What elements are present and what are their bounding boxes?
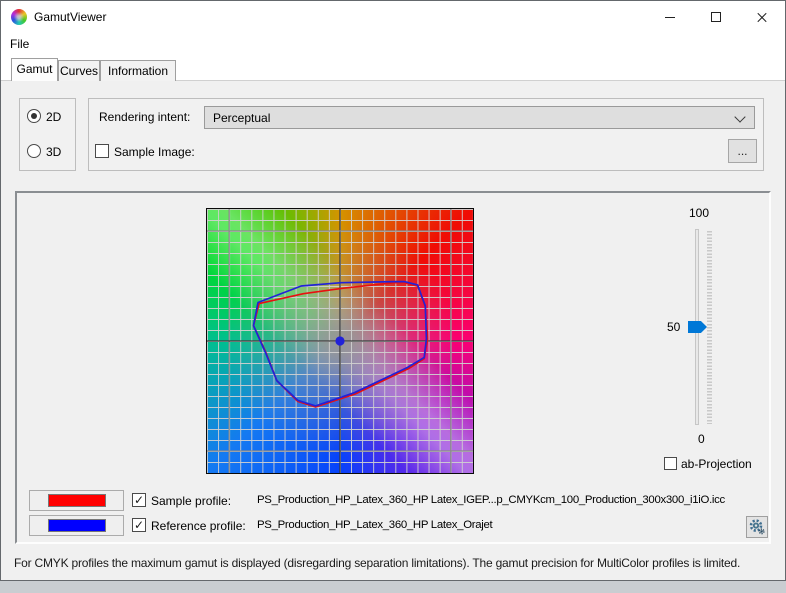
slider-value-label: 50 <box>667 320 681 334</box>
reference-profile-checkbox[interactable] <box>132 518 146 532</box>
app-window: GamutViewer File Gamut Curves Informatio… <box>0 0 786 581</box>
radio-3d-label[interactable]: 3D <box>46 145 61 159</box>
slider-min-label: 0 <box>698 432 705 446</box>
sample-image-label[interactable]: Sample Image: <box>114 145 195 159</box>
status-message: For CMYK profiles the maximum gamut is d… <box>14 556 741 570</box>
sample-profile-checkbox[interactable] <box>132 493 146 507</box>
slider-tick-marks <box>707 231 712 424</box>
menu-item-file[interactable]: File <box>1 33 38 57</box>
sample-color-swatch <box>48 494 106 507</box>
menu-bar: File <box>1 33 785 57</box>
rendering-intent-value: Perceptual <box>213 111 271 125</box>
app-color-wheel-icon <box>11 9 27 25</box>
reference-color-button[interactable] <box>29 515 124 536</box>
sample-profile-label[interactable]: Sample profile: <box>151 494 231 508</box>
maximize-button[interactable] <box>693 1 739 33</box>
slider-max-label: 100 <box>689 206 710 220</box>
maximize-icon <box>711 12 721 22</box>
radio-3d[interactable] <box>27 144 41 158</box>
sample-color-button[interactable] <box>29 490 124 511</box>
gamut-outlines-svg <box>207 209 473 473</box>
ab-projection-checkbox[interactable] <box>664 457 677 470</box>
chevron-down-icon <box>734 111 746 123</box>
ab-projection-label[interactable]: ab-Projection <box>681 457 752 471</box>
radio-2d-label[interactable]: 2D <box>46 110 61 124</box>
browse-button[interactable]: ... <box>728 139 757 163</box>
title-bar: GamutViewer <box>1 1 785 33</box>
tab-curves[interactable]: Curves <box>58 60 100 81</box>
tab-information[interactable]: Information <box>100 60 176 81</box>
rendering-intent-select[interactable]: Perceptual <box>204 106 755 129</box>
view-mode-group <box>19 98 76 171</box>
gear-icon <box>749 519 765 535</box>
reference-profile-value: PS_Production_HP_Latex_360_HP Latex_Oraj… <box>257 519 493 531</box>
tab-gamut[interactable]: Gamut <box>11 58 58 81</box>
minimize-button[interactable] <box>647 1 693 33</box>
sample-profile-value: PS_Production_HP_Latex_360_HP Latex_IGEP… <box>257 494 725 506</box>
close-button[interactable] <box>739 1 785 33</box>
minimize-icon <box>665 17 675 18</box>
rendering-intent-label: Rendering intent: <box>99 110 191 124</box>
gamut-chart <box>206 208 474 474</box>
radio-2d[interactable] <box>27 109 41 123</box>
window-title: GamutViewer <box>34 10 107 24</box>
settings-button[interactable] <box>746 516 768 538</box>
reference-color-swatch <box>48 519 106 532</box>
sample-image-checkbox[interactable] <box>95 144 109 158</box>
reference-profile-label[interactable]: Reference profile: <box>151 519 246 533</box>
